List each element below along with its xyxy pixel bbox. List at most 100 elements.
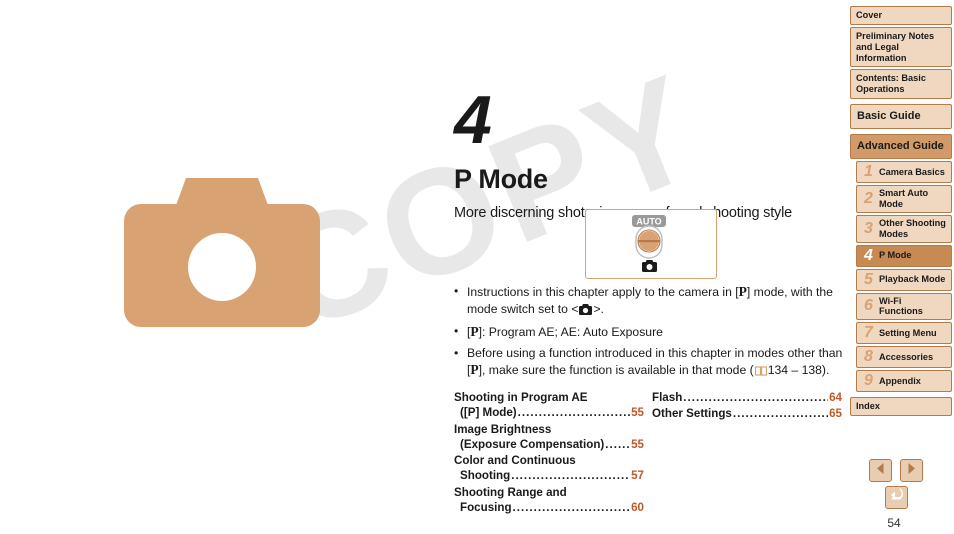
toc-entry[interactable]: Other Settings .........................…: [652, 406, 842, 421]
sidebar-item-cover[interactable]: Cover: [850, 6, 952, 25]
toc-leader-line: ([P] Mode) .............................…: [454, 405, 644, 420]
toc-dots: ........................................…: [683, 391, 828, 404]
previous-page-button[interactable]: [869, 459, 892, 482]
toc-dots: ........................................…: [517, 406, 630, 420]
sidebar-item-label: Advanced Guide: [857, 140, 944, 153]
sidebar-item-advanced-guide[interactable]: Advanced Guide: [850, 134, 952, 160]
toc-dots: ........................................…: [605, 437, 630, 451]
bullet-text-mid: ], make sure the function is available i…: [478, 362, 754, 377]
bullet-marker: •: [454, 284, 459, 298]
p-mode-glyph: P: [470, 323, 479, 339]
toc-subtitle: Flash: [652, 391, 683, 404]
bullet-item: • Before using a function introduced in …: [454, 345, 844, 380]
sidebar-item-camera-basics[interactable]: 1 Camera Basics: [856, 161, 952, 184]
toc-entry[interactable]: Shooting in Program AE ([P] Mode) ......…: [454, 390, 644, 421]
bullet-marker: •: [454, 323, 459, 338]
chevron-right-icon: [906, 462, 917, 480]
manual-page: COPY 4 P Mode More discerning shots, in …: [0, 0, 954, 534]
chapter-number-badge: 5: [864, 270, 873, 288]
sidebar-item-label: Preliminary Notes and Legal Information: [856, 30, 935, 63]
chapter-number-badge: 6: [864, 297, 873, 315]
sidebar-item-preliminary-notes[interactable]: Preliminary Notes and Legal Information: [850, 26, 952, 68]
toc-page-number: 57: [631, 469, 644, 483]
bullet-item: • [P]: Program AE; AE: Auto Exposure: [454, 323, 844, 341]
sidebar-item-index[interactable]: Index: [850, 397, 952, 417]
sidebar-item-label: P Mode: [879, 250, 912, 261]
toc-subtitle: Other Settings: [652, 407, 732, 421]
toc-title-line: Shooting Range and: [454, 485, 567, 499]
sidebar-item-label: Basic Guide: [857, 110, 921, 123]
toc-leader-line: Flash ..................................…: [652, 390, 842, 405]
toc-entry[interactable]: Color and Continuous Shooting ..........…: [454, 453, 644, 484]
toc-entry[interactable]: Flash ..................................…: [652, 390, 842, 405]
return-arrow-icon: [889, 488, 904, 507]
sidebar-item-label: Playback Mode: [879, 274, 946, 285]
sidebar-item-label: Cover: [856, 10, 883, 20]
bullet-text-post: >.: [593, 301, 604, 316]
page-navigation-controls: 54: [850, 459, 942, 530]
toc-subtitle: ([P] Mode): [460, 406, 517, 420]
toc-leader-line: Focusing ...............................…: [454, 500, 644, 515]
toc-page-number: 64: [829, 391, 842, 404]
arrow-button-row: [850, 459, 942, 482]
sidebar-item-setting-menu[interactable]: 7 Setting Menu: [856, 322, 952, 345]
toc-column-left: Shooting in Program AE ([P] Mode) ......…: [454, 390, 644, 516]
sidebar-item-other-shooting-modes[interactable]: 3 Other Shooting Modes: [856, 214, 952, 243]
page-title: P Mode: [454, 164, 548, 194]
chapter-number-badge: 8: [864, 348, 873, 366]
next-page-button[interactable]: [900, 459, 923, 482]
toc-dots: ........................................…: [511, 469, 630, 483]
sidebar-item-smart-auto-mode[interactable]: 2 Smart Auto Mode: [856, 185, 952, 213]
page-number: 54: [887, 516, 901, 530]
main-content: 4 P Mode More discerning shots, in your …: [454, 0, 846, 534]
toc-leader-line: Other Settings .........................…: [652, 406, 842, 421]
toc-title-line: Color and Continuous: [454, 454, 576, 468]
camera-icon: [579, 303, 593, 319]
toc-entry[interactable]: Shooting Range and Focusing ............…: [454, 485, 644, 516]
bullet-marker: •: [454, 345, 459, 360]
sidebar-item-label: Other Shooting Modes: [879, 217, 946, 239]
mode-switch-figure: AUTO: [585, 209, 717, 279]
toc-column-right: Flash ..................................…: [652, 390, 842, 516]
toc-subtitle: (Exposure Compensation): [460, 437, 605, 451]
sidebar-item-accessories[interactable]: 8 Accessories: [856, 346, 952, 369]
toc-subtitle: Focusing: [460, 501, 512, 515]
toc-dots: ........................................…: [732, 407, 828, 421]
toc-page-number: 55: [631, 406, 644, 420]
chapter-number: 4: [454, 82, 492, 158]
sidebar-item-wifi-functions[interactable]: 6 Wi-Fi Functions: [856, 292, 952, 321]
p-mode-glyph: P: [738, 284, 747, 299]
sidebar-item-label: Camera Basics: [879, 166, 945, 177]
toc-leader-line: (Exposure Compensation) ................…: [454, 437, 644, 452]
sidebar-item-label: Contents: Basic Operations: [856, 73, 926, 95]
sidebar-item-contents[interactable]: Contents: Basic Operations: [850, 69, 952, 100]
return-button[interactable]: [884, 486, 908, 509]
chapter-contents: Shooting in Program AE ([P] Mode) ......…: [454, 390, 846, 516]
toc-dots: ........................................…: [512, 501, 631, 515]
sidebar-item-appendix[interactable]: 9 Appendix: [856, 370, 952, 393]
chapter-number-badge: 3: [864, 219, 873, 237]
toc-page-number: 60: [631, 501, 644, 515]
sidebar-item-label: Appendix: [879, 375, 921, 386]
sidebar-item-playback-mode[interactable]: 5 Playback Mode: [856, 268, 952, 291]
sidebar-item-label: Smart Auto Mode: [879, 188, 929, 209]
sidebar-item-label: Wi-Fi Functions: [879, 295, 923, 317]
chevron-left-icon: [875, 462, 886, 480]
toc-leader-line: Shooting ...............................…: [454, 468, 644, 483]
chapter-number-badge: 4: [864, 246, 873, 264]
bullet-text: Instructions in this chapter apply to th…: [467, 283, 844, 319]
toc-entry[interactable]: Image Brightness (Exposure Compensation)…: [454, 422, 644, 453]
sidebar-navigation: Cover Preliminary Notes and Legal Inform…: [850, 0, 954, 534]
bullet-text-mid: ]: Program AE; AE: Auto Exposure: [478, 324, 663, 339]
chapter-number-badge: 7: [864, 324, 873, 342]
toc-title-line: Image Brightness: [454, 422, 552, 436]
p-mode-glyph: P: [470, 361, 479, 377]
sidebar-item-label: Setting Menu: [879, 327, 937, 338]
sidebar-item-basic-guide[interactable]: Basic Guide: [850, 104, 952, 130]
bullet-text-post: 134 – 138).: [767, 362, 830, 377]
bullet-text: Before using a function introduced in th…: [467, 345, 844, 380]
toc-subtitle: Shooting: [460, 469, 511, 483]
bullet-list: • Instructions in this chapter apply to …: [454, 283, 844, 384]
sidebar-item-p-mode[interactable]: 4 P Mode: [856, 244, 952, 267]
camera-illustration: [124, 172, 320, 327]
